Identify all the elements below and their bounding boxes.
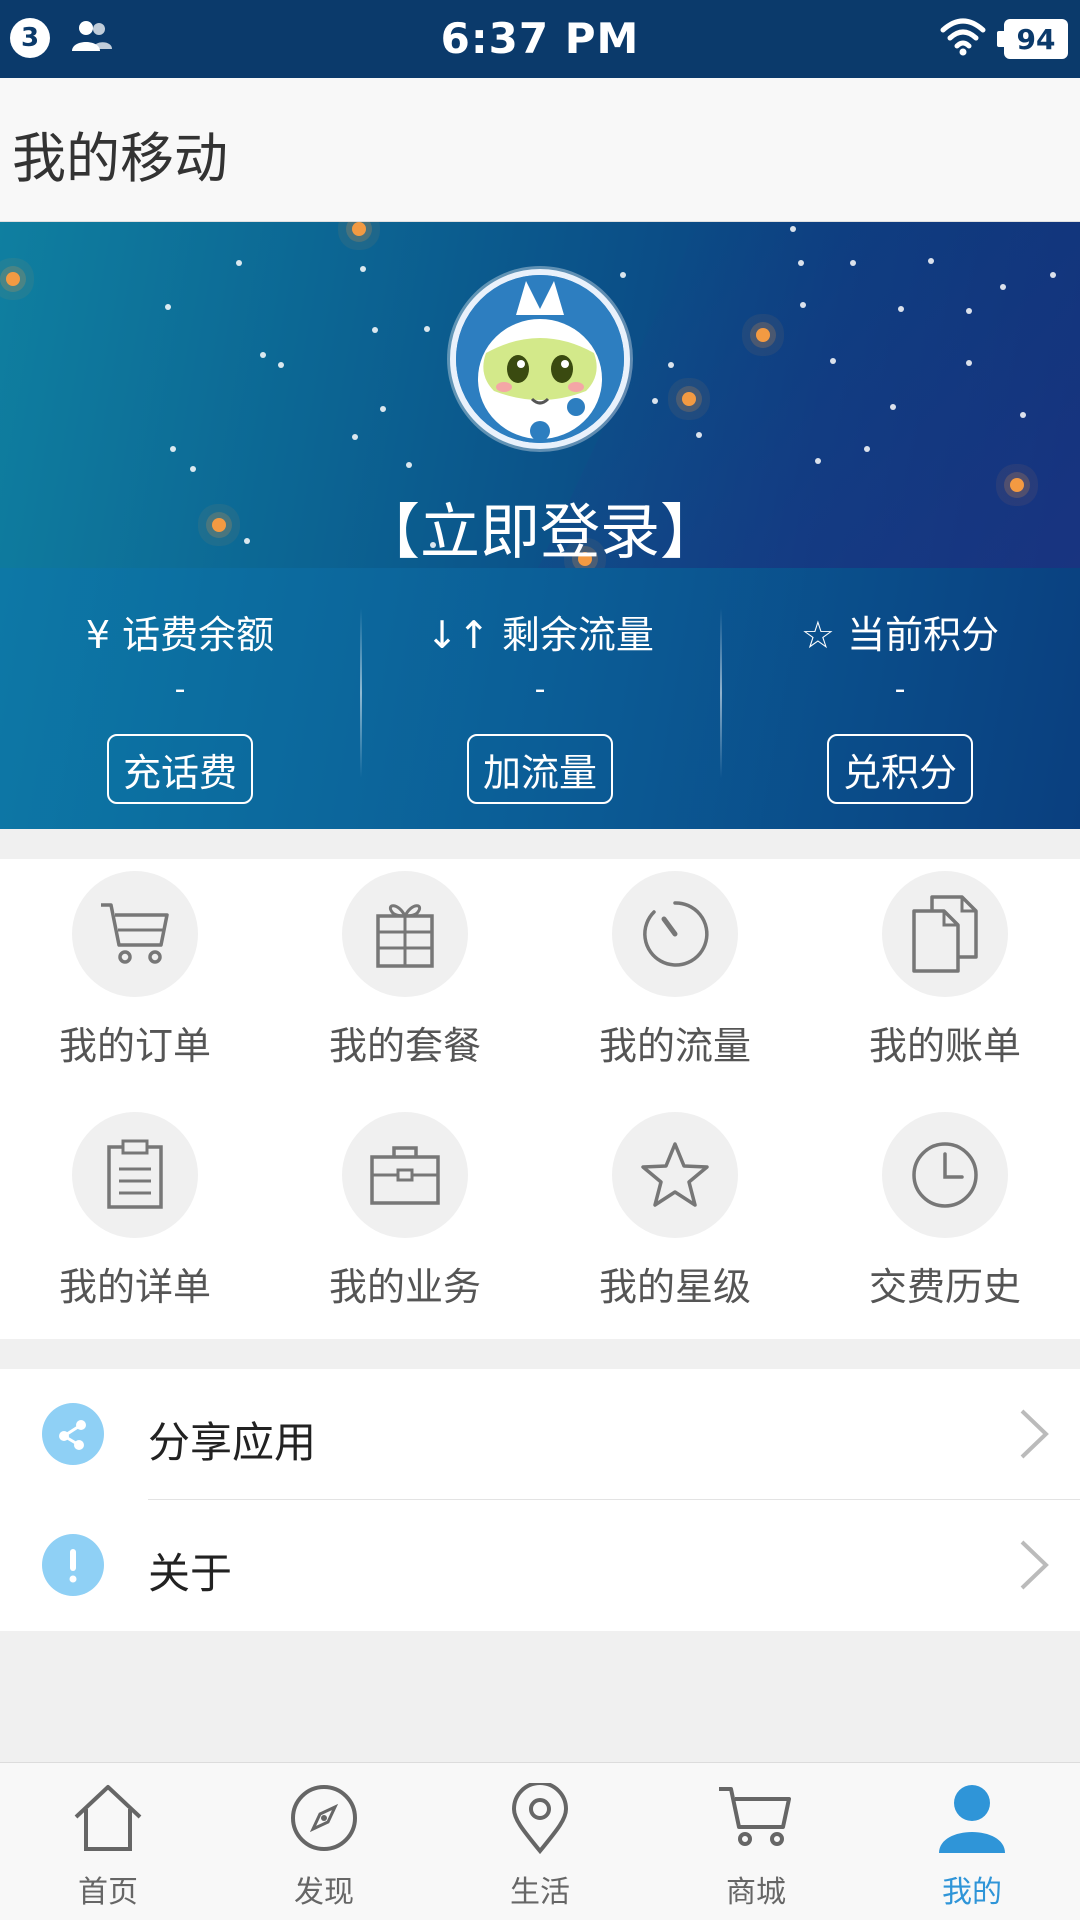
star-outline-icon: ☆ bbox=[800, 613, 835, 657]
login-link[interactable]: 【立即登录】 bbox=[0, 484, 1080, 568]
location-pin-icon bbox=[510, 1781, 570, 1859]
home-icon bbox=[70, 1783, 146, 1857]
battery-icon: 94 bbox=[997, 19, 1068, 59]
settings-list: 分享应用 关于 bbox=[0, 1369, 1080, 1631]
briefcase-icon bbox=[342, 1112, 468, 1238]
stat-data: ↓↑ 剩余流量 - 加流量 bbox=[360, 568, 720, 829]
list-label: 分享应用 bbox=[148, 1418, 317, 1467]
yen-icon: ¥ bbox=[85, 613, 111, 657]
add-data-button[interactable]: 加流量 bbox=[467, 734, 613, 804]
cart-icon bbox=[717, 1783, 795, 1853]
stat-label: ↓↑ 剩余流量 bbox=[360, 604, 720, 659]
documents-icon bbox=[882, 871, 1008, 997]
stat-label-text: 当前积分 bbox=[847, 613, 1000, 657]
list-label: 关于 bbox=[148, 1549, 233, 1598]
tab-label: 我的 bbox=[942, 1875, 1002, 1910]
grid-label: 我的订单 bbox=[58, 1024, 211, 1068]
stat-label: ☆ 当前积分 bbox=[720, 604, 1080, 659]
grid-label: 我的业务 bbox=[328, 1265, 481, 1309]
grid-item-orders[interactable]: 我的订单 bbox=[0, 859, 270, 1079]
grid-item-data[interactable]: 我的流量 bbox=[540, 859, 810, 1079]
tab-label: 发现 bbox=[294, 1875, 354, 1910]
grid-item-star-level[interactable]: 我的星级 bbox=[540, 1100, 810, 1320]
grid-label: 我的套餐 bbox=[328, 1024, 481, 1068]
stat-value: - bbox=[174, 672, 186, 707]
stat-value: - bbox=[534, 672, 546, 707]
clipboard-icon bbox=[72, 1112, 198, 1238]
avatar[interactable] bbox=[450, 269, 630, 449]
list-item-share-app[interactable]: 分享应用 bbox=[0, 1369, 1080, 1500]
stat-label-text: 剩余流量 bbox=[501, 613, 654, 657]
arrows-updown-icon: ↓↑ bbox=[426, 613, 490, 657]
tab-home[interactable]: 首页 bbox=[0, 1763, 216, 1920]
stat-value: - bbox=[894, 672, 906, 707]
redeem-points-button[interactable]: 兑积分 bbox=[827, 734, 973, 804]
gift-icon bbox=[342, 871, 468, 997]
cart-icon bbox=[72, 871, 198, 997]
grid-label: 我的账单 bbox=[868, 1024, 1021, 1068]
share-icon bbox=[42, 1403, 104, 1465]
clock-icon bbox=[882, 1112, 1008, 1238]
stat-label-text: 话费余额 bbox=[122, 613, 275, 657]
account-stats: ¥ 话费余额 - 充话费 ↓↑ 剩余流量 - 加流量 ☆ 当前积分 - 兑积分 bbox=[0, 568, 1080, 829]
stat-points: ☆ 当前积分 - 兑积分 bbox=[720, 568, 1080, 829]
info-icon bbox=[42, 1534, 104, 1596]
grid-label: 我的流量 bbox=[598, 1024, 751, 1068]
profile-banner: 【立即登录】 bbox=[0, 222, 1080, 568]
grid-item-payment-history[interactable]: 交费历史 bbox=[810, 1100, 1080, 1320]
status-bar: 3 6:37 PM 94 bbox=[0, 0, 1080, 78]
tab-label: 首页 bbox=[78, 1875, 138, 1910]
app-header: 我的移动 bbox=[0, 78, 1080, 222]
grid-label: 我的详单 bbox=[58, 1265, 211, 1309]
grid-item-bill[interactable]: 我的账单 bbox=[810, 859, 1080, 1079]
page-title: 我的移动 bbox=[12, 127, 228, 190]
tab-label: 生活 bbox=[510, 1875, 570, 1910]
chevron-right-icon bbox=[1018, 1538, 1050, 1596]
tab-life[interactable]: 生活 bbox=[432, 1763, 648, 1920]
status-time: 6:37 PM bbox=[440, 14, 640, 63]
star-icon bbox=[612, 1112, 738, 1238]
list-item-about[interactable]: 关于 bbox=[0, 1500, 1080, 1631]
compass-icon bbox=[289, 1783, 359, 1857]
grid-label: 交费历史 bbox=[868, 1265, 1021, 1309]
user-icon bbox=[937, 1783, 1007, 1859]
tab-label: 商城 bbox=[726, 1875, 786, 1910]
grid-item-details[interactable]: 我的详单 bbox=[0, 1100, 270, 1320]
wifi-icon bbox=[940, 18, 986, 60]
grid-label: 我的星级 bbox=[598, 1265, 751, 1309]
chevron-right-icon bbox=[1018, 1407, 1050, 1465]
grid-item-business[interactable]: 我的业务 bbox=[270, 1100, 540, 1320]
recharge-button[interactable]: 充话费 bbox=[107, 734, 253, 804]
tab-discover[interactable]: 发现 bbox=[216, 1763, 432, 1920]
grid-item-plan[interactable]: 我的套餐 bbox=[270, 859, 540, 1079]
tab-mall[interactable]: 商城 bbox=[648, 1763, 864, 1920]
bottom-tab-bar: 首页 发现 生活 商城 我的 bbox=[0, 1762, 1080, 1920]
gauge-icon bbox=[612, 871, 738, 997]
tab-mine[interactable]: 我的 bbox=[864, 1763, 1080, 1920]
service-grid: 我的订单 我的套餐 我的流量 我的账单 我的详单 我的业务 我的星级 交费历史 bbox=[0, 859, 1080, 1339]
stat-balance: ¥ 话费余额 - 充话费 bbox=[0, 568, 360, 829]
stat-label: ¥ 话费余额 bbox=[0, 604, 360, 659]
